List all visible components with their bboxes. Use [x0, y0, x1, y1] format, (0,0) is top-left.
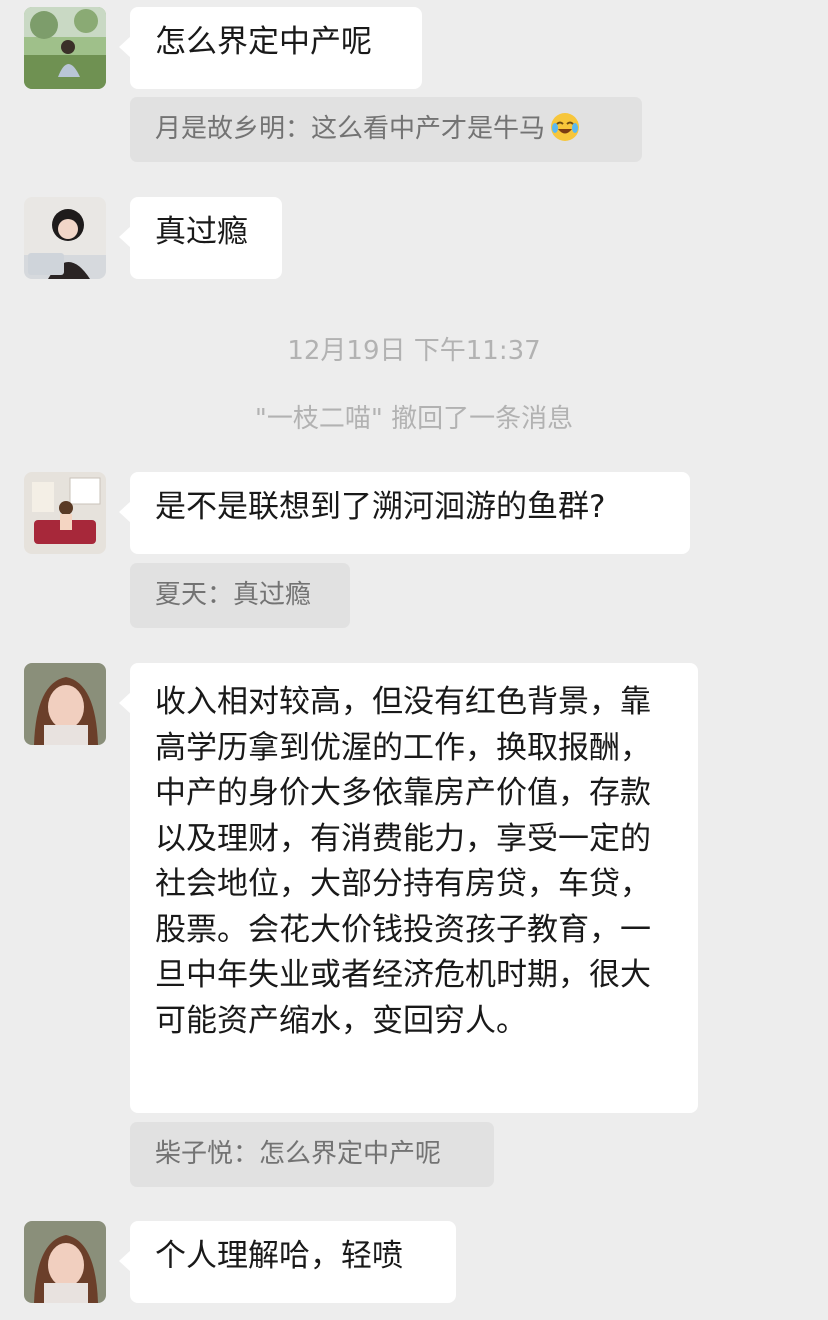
timestamp: 12月19日 下午11:37 — [287, 336, 541, 366]
message-bubble[interactable]: 是不是联想到了溯河洄游的鱼群? — [119, 472, 690, 554]
message-bubble[interactable]: 真过瘾 — [119, 197, 282, 279]
message-text: 怎么界定中产呢 — [155, 24, 372, 60]
avatar[interactable] — [24, 663, 106, 745]
avatar[interactable] — [24, 1221, 106, 1303]
laughing-crying-emoji-icon — [549, 103, 581, 141]
avatar-image — [24, 7, 106, 89]
quoted-reply[interactable]: 柴子悦：怎么界定中产呢 — [130, 1122, 494, 1187]
message-text: 真过瘾 — [155, 214, 248, 250]
avatar[interactable] — [24, 197, 106, 279]
message-bubble[interactable]: 怎么界定中产呢 — [119, 7, 422, 89]
avatar[interactable] — [24, 472, 106, 554]
avatar-image — [24, 663, 106, 745]
quoted-reply[interactable]: 夏天：真过瘾 — [130, 563, 350, 628]
avatar[interactable] — [24, 7, 106, 89]
message-text: 是不是联想到了溯河洄游的鱼群? — [155, 489, 606, 525]
quote-text: 夏天：真过瘾 — [155, 580, 312, 610]
message-bubble[interactable]: 个人理解哈，轻喷 — [119, 1221, 456, 1303]
quoted-reply[interactable]: 月是故乡明：这么看中产才是牛马 — [130, 97, 642, 162]
recall-notice: "一枝二喵" 撤回了一条消息 — [254, 404, 574, 434]
message-text: 收入相对较高，但没有红色背景，靠高学历拿到优渥的工作，换取报酬，中产的身价大多依… — [155, 684, 651, 1039]
quote-text: 月是故乡明：这么看中产才是牛马 — [155, 114, 546, 144]
quote-text: 柴子悦：怎么界定中产呢 — [155, 1139, 442, 1169]
avatar-image — [24, 472, 106, 554]
message-text: 个人理解哈，轻喷 — [155, 1238, 403, 1274]
avatar-image — [24, 1221, 106, 1303]
message-bubble[interactable]: 收入相对较高，但没有红色背景，靠高学历拿到优渥的工作，换取报酬，中产的身价大多依… — [119, 663, 698, 1113]
avatar-image — [24, 197, 106, 279]
